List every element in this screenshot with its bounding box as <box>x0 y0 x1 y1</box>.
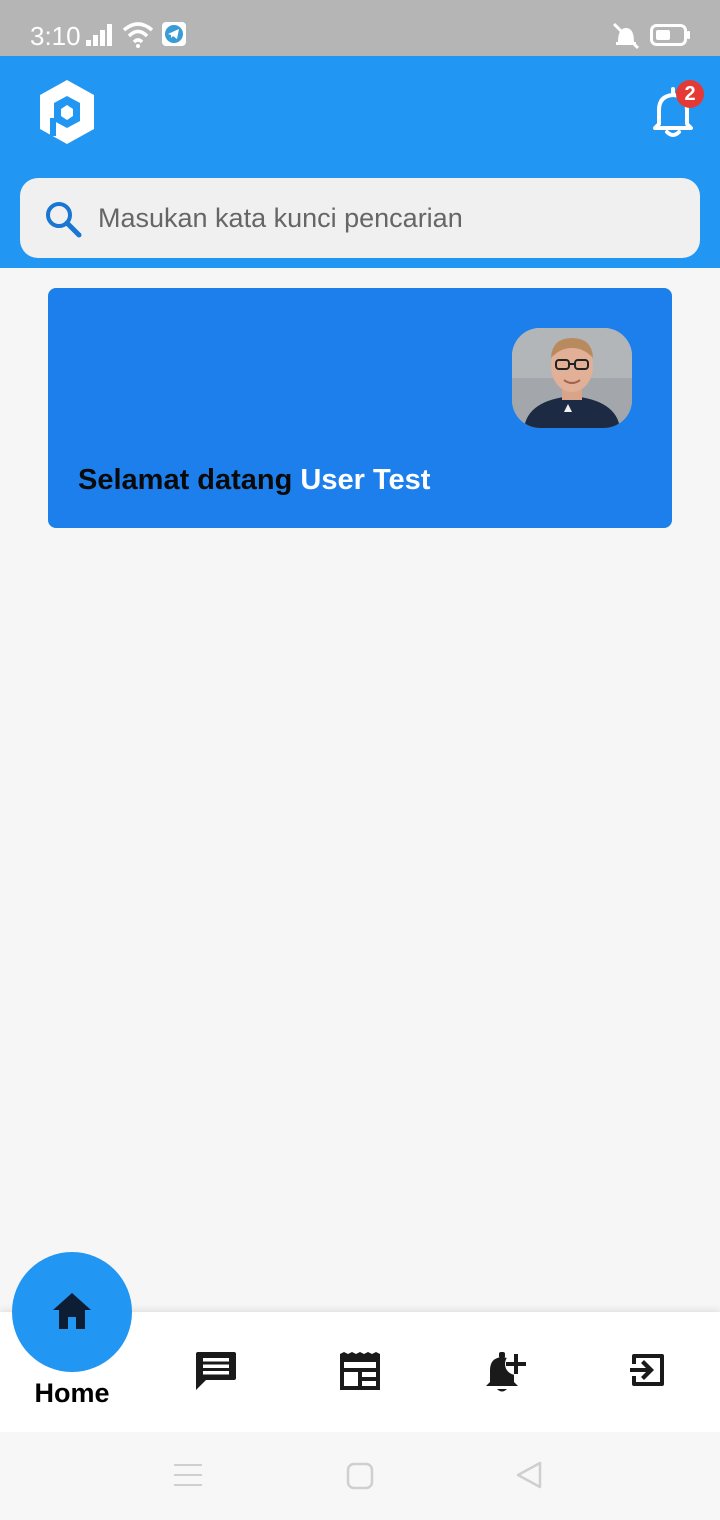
notification-badge: 2 <box>676 80 704 108</box>
add-alert-icon[interactable] <box>484 1350 530 1399</box>
welcome-user-name: User Test <box>300 464 431 496</box>
nav-home-button[interactable] <box>12 1252 132 1372</box>
user-avatar[interactable] <box>512 328 632 428</box>
vibrate-off-icon <box>610 22 642 55</box>
battery-icon <box>650 24 692 51</box>
nav-home-label[interactable]: Home <box>12 1378 132 1409</box>
welcome-card: Selamat datang User Test <box>48 288 672 528</box>
square-home-icon[interactable] <box>346 1462 374 1495</box>
home-icon <box>51 1291 93 1336</box>
triangle-back-icon[interactable] <box>514 1460 544 1495</box>
telegram-icon <box>162 22 186 51</box>
status-bar: 3:10 <box>0 0 720 56</box>
search-bar[interactable] <box>20 178 700 258</box>
exit-icon[interactable] <box>628 1350 668 1395</box>
signal-icon <box>86 24 116 51</box>
welcome-message: Selamat datang User Test <box>78 462 430 498</box>
chat-icon[interactable] <box>194 1350 238 1397</box>
menu-icon[interactable] <box>174 1462 202 1493</box>
wifi-icon <box>122 22 154 53</box>
news-icon[interactable] <box>338 1350 382 1397</box>
welcome-greeting: Selamat datang <box>78 464 293 496</box>
app-logo-icon <box>36 78 98 151</box>
search-input[interactable] <box>98 196 678 240</box>
system-navigation-bar <box>0 1432 720 1520</box>
search-icon <box>44 200 82 243</box>
status-time: 3:10 <box>30 21 81 51</box>
